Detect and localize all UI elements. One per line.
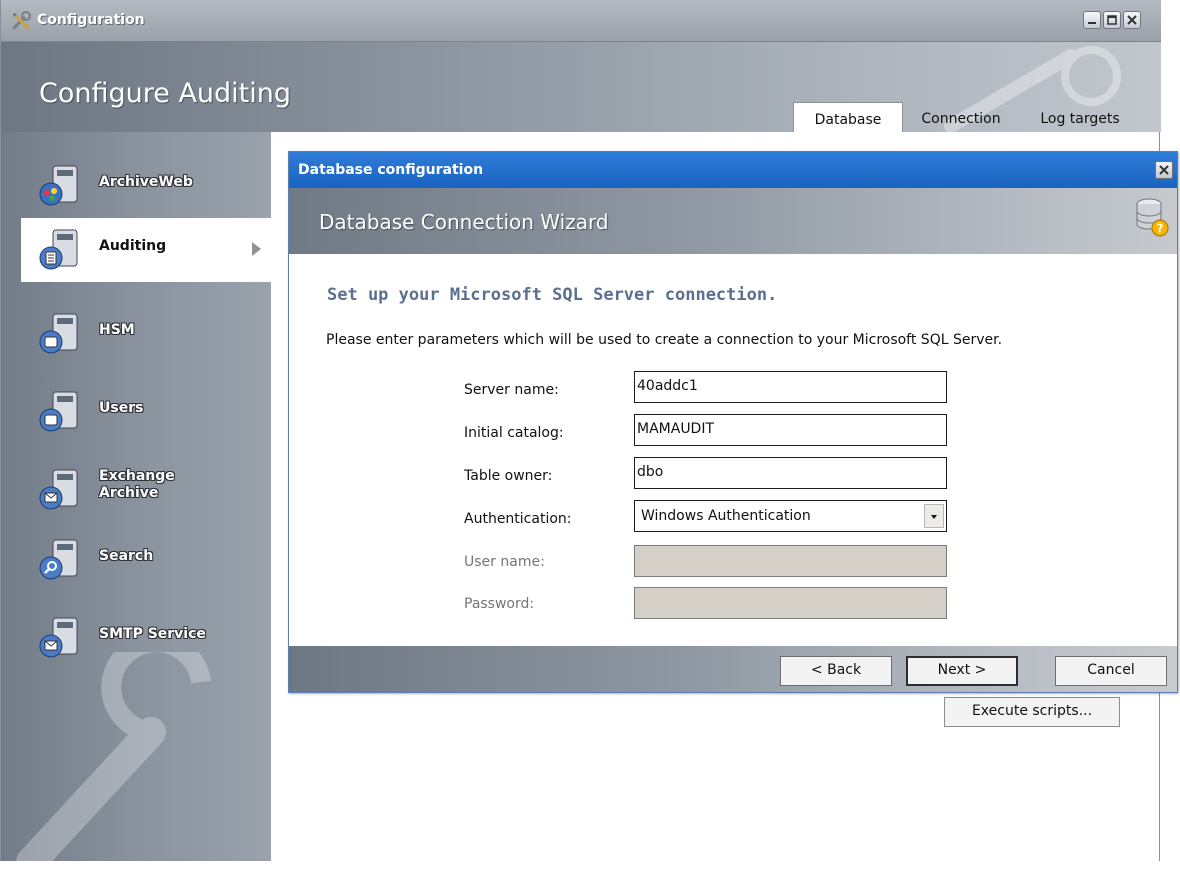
user-name-label: User name:	[464, 554, 545, 570]
dialog-close-button[interactable]	[1155, 161, 1173, 179]
maximize-icon	[1107, 15, 1117, 25]
cancel-button[interactable]: Cancel	[1055, 656, 1167, 686]
initial-catalog-input[interactable]: MAMAUDIT	[634, 414, 947, 446]
wrench-watermark-icon	[16, 652, 211, 872]
wizard-header: Database Connection Wizard ?	[289, 188, 1177, 254]
window-titlebar[interactable]: Configuration	[1, 0, 1161, 42]
minimize-icon	[1088, 22, 1096, 24]
dialog-footer	[289, 646, 1177, 692]
sidebar-item-label-line1: Exchange	[99, 468, 175, 484]
sidebar-item-label: Users	[99, 400, 144, 416]
wizard-title: Database Connection Wizard	[319, 210, 609, 234]
sidebar-item-auditing[interactable]: Auditing	[21, 218, 271, 282]
sidebar-item-label: Exchange Archive	[99, 468, 175, 502]
sidebar-item-smtp-service[interactable]: SMTP Service	[21, 606, 271, 670]
tab-log-targets[interactable]: Log targets	[1021, 102, 1139, 132]
chevron-down-icon[interactable]	[924, 504, 944, 528]
minimize-button[interactable]	[1083, 11, 1101, 29]
authentication-value: Windows Authentication	[641, 508, 811, 524]
tools-icon	[12, 11, 31, 30]
password-label: Password:	[464, 596, 535, 612]
sidebar-item-archiveweb[interactable]: ArchiveWeb	[21, 154, 271, 218]
database-help-icon: ?	[1136, 198, 1169, 237]
sidebar-item-label: HSM	[99, 322, 135, 338]
sidebar-item-label: Search	[99, 548, 154, 564]
tab-database[interactable]: Database	[793, 102, 903, 132]
next-button[interactable]: Next >	[906, 656, 1018, 686]
chevron-right-icon	[252, 242, 261, 256]
dialog-titlebar[interactable]: Database configuration	[289, 152, 1177, 188]
sidebar-item-users[interactable]: Users	[21, 380, 271, 444]
tab-connection-label: Connection	[921, 111, 1001, 127]
archiveweb-icon	[39, 165, 78, 206]
auditing-icon	[39, 229, 78, 270]
sidebar-item-label: ArchiveWeb	[99, 174, 193, 190]
dialog-title: Database configuration	[298, 162, 484, 178]
window-title: Configuration	[37, 12, 145, 28]
execute-scripts-button[interactable]: Execute scripts...	[944, 697, 1120, 727]
close-icon	[1159, 165, 1169, 175]
authentication-select[interactable]: Windows Authentication	[634, 500, 947, 532]
server-name-input[interactable]: 40addc1	[634, 371, 947, 403]
wizard-description: Please enter parameters which will be us…	[326, 332, 1003, 348]
sidebar-item-search[interactable]: Search	[21, 528, 271, 592]
table-owner-input[interactable]: dbo	[634, 457, 947, 489]
tab-database-label: Database	[814, 112, 882, 128]
initial-catalog-label: Initial catalog:	[464, 425, 564, 441]
users-icon	[39, 391, 78, 432]
close-icon	[1127, 15, 1137, 25]
tab-connection[interactable]: Connection	[906, 102, 1016, 132]
tab-log-targets-label: Log targets	[1040, 111, 1120, 127]
smtp-service-icon	[39, 617, 78, 658]
exchange-archive-icon	[39, 469, 78, 510]
sidebar-item-label: SMTP Service	[99, 626, 206, 642]
table-owner-label: Table owner:	[464, 468, 553, 484]
sidebar-item-label: Auditing	[99, 238, 167, 254]
hsm-icon	[39, 313, 78, 354]
search-icon	[39, 539, 78, 580]
user-name-input[interactable]	[634, 545, 947, 577]
sidebar: ArchiveWeb Auditing HSM Users Exchange A…	[1, 132, 271, 872]
maximize-button[interactable]	[1103, 11, 1121, 29]
wizard-subheading: Set up your Microsoft SQL Server connect…	[327, 285, 778, 305]
svg-text:?: ?	[1157, 222, 1164, 236]
authentication-label: Authentication:	[464, 511, 572, 527]
database-configuration-dialog: Database configuration Database Connecti…	[288, 151, 1178, 693]
sidebar-item-hsm[interactable]: HSM	[21, 302, 271, 366]
password-input[interactable]	[634, 587, 947, 619]
sidebar-item-exchange-archive[interactable]: Exchange Archive	[21, 458, 271, 522]
page-title: Configure Auditing	[39, 78, 292, 109]
sidebar-item-label-line2: Archive	[99, 485, 159, 501]
close-window-button[interactable]	[1123, 11, 1141, 29]
back-button[interactable]: < Back	[780, 656, 892, 686]
server-name-label: Server name:	[464, 382, 559, 398]
